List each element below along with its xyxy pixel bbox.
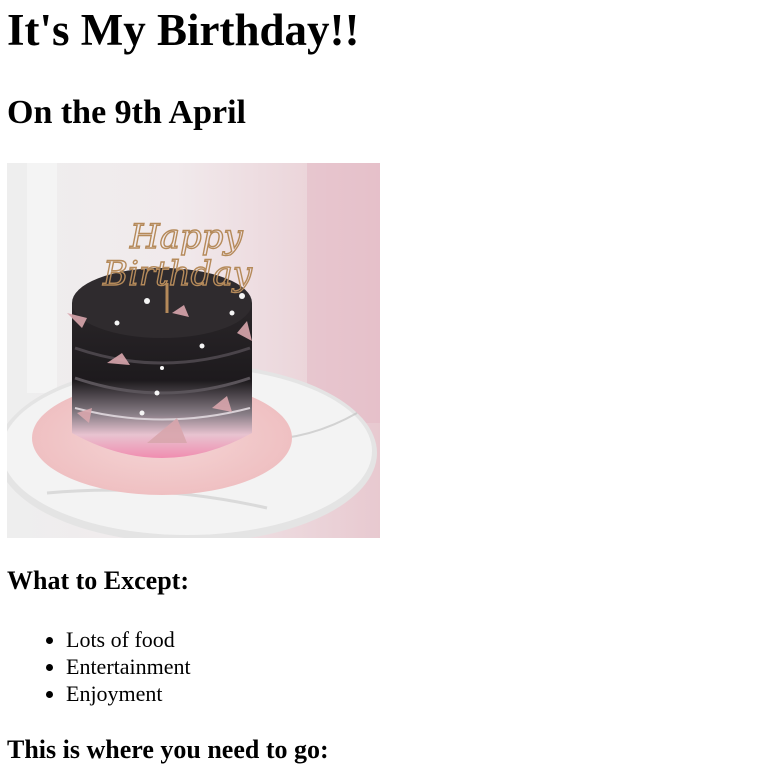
topper-text-happy: Happy <box>129 217 243 257</box>
expect-list: Lots of food Entertainment Enjoyment <box>0 626 191 707</box>
directions-heading: This is where you need to go: <box>7 735 329 764</box>
page: It's My Birthday!! On the 9th April Happ… <box>0 0 780 779</box>
expect-heading: What to Except: <box>7 566 189 595</box>
list-item: Entertainment <box>66 653 191 680</box>
birthday-cake-image: Happy Birthday <box>7 163 380 538</box>
list-item: Enjoyment <box>66 680 191 707</box>
date-subtitle: On the 9th April <box>7 94 246 131</box>
page-title: It's My Birthday!! <box>7 5 360 55</box>
list-item: Lots of food <box>66 626 191 653</box>
topper-text-birthday: Birthday <box>102 254 253 294</box>
